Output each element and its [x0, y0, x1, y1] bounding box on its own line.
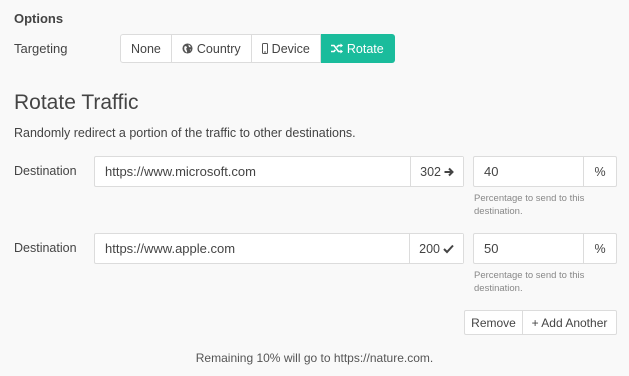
targeting-label: Targeting	[14, 41, 68, 56]
status-code-1: 302	[420, 164, 441, 179]
percent-addon-1: %	[583, 157, 616, 186]
targeting-none-label: None	[131, 41, 161, 56]
add-another-button[interactable]: + Add Another	[523, 310, 617, 335]
globe-icon	[182, 43, 193, 54]
targeting-device-label: Device	[271, 41, 310, 56]
arrow-right-icon	[444, 167, 454, 177]
targeting-none-button[interactable]: None	[120, 34, 172, 63]
status-code-addon-2: 200	[409, 234, 463, 263]
destination-label-1: Destination	[14, 164, 77, 178]
targeting-rotate-button[interactable]: Rotate	[320, 34, 395, 63]
destination-url-input-2[interactable]	[95, 234, 410, 263]
percentage-input-2[interactable]	[474, 234, 583, 263]
targeting-button-group: None Country Device Rotate	[120, 34, 395, 63]
check-icon	[443, 244, 454, 254]
rotate-description: Randomly redirect a portion of the traff…	[14, 126, 356, 140]
remove-button[interactable]: Remove	[464, 310, 523, 335]
percentage-group-1: %	[473, 156, 617, 187]
shuffle-icon	[330, 43, 343, 54]
targeting-device-button[interactable]: Device	[251, 34, 321, 63]
percentage-help-2: Percentage to send to this destination.	[474, 270, 585, 294]
status-code-addon-1: 302	[410, 157, 463, 186]
percentage-group-2: %	[473, 233, 617, 264]
destination-label-2: Destination	[14, 241, 77, 255]
destination-url-group-1: 302	[94, 156, 464, 187]
targeting-country-button[interactable]: Country	[171, 34, 252, 63]
remaining-traffic-note: Remaining 10% will go to https://nature.…	[195, 351, 434, 365]
destination-url-group-2: 200	[94, 233, 464, 264]
destination-url-input-1[interactable]	[95, 157, 411, 186]
status-code-2: 200	[419, 241, 440, 256]
rotate-traffic-heading: Rotate Traffic	[14, 91, 139, 114]
targeting-country-label: Country	[196, 41, 241, 56]
targeting-rotate-label: Rotate	[346, 41, 384, 56]
percentage-help-1: Percentage to send to this destination.	[474, 193, 585, 217]
mobile-icon	[261, 43, 268, 54]
options-title: Options	[14, 11, 64, 26]
percent-addon-2: %	[583, 234, 616, 263]
percentage-input-1[interactable]	[474, 157, 583, 186]
